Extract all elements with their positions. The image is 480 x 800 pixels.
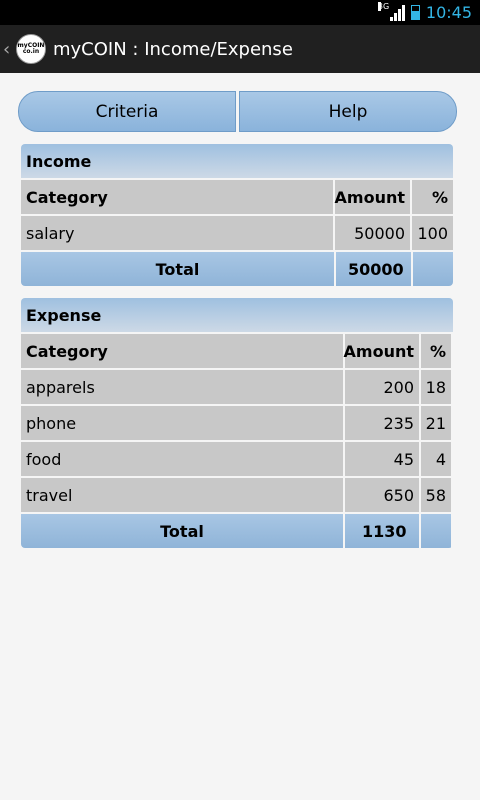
column-header-category: Category	[21, 180, 333, 214]
percent-cell: 100	[412, 216, 453, 250]
table-row[interactable]: food 45 4	[21, 442, 453, 476]
income-title: Income	[21, 144, 453, 178]
expense-header-row: Category Amount %	[21, 334, 453, 368]
battery-icon	[410, 5, 420, 20]
table-row[interactable]: phone 235 21	[21, 406, 453, 440]
app-logo[interactable]: myCOIN co.in	[16, 34, 46, 64]
percent-cell: 4	[421, 442, 451, 476]
total-label: Total	[21, 514, 343, 548]
income-total-row: Total 50000	[21, 252, 453, 286]
table-row[interactable]: travel 650 58	[21, 478, 453, 512]
amount-cell: 235	[345, 406, 419, 440]
category-cell: food	[21, 442, 343, 476]
column-header-percent: %	[412, 180, 453, 214]
logo-text-bottom: co.in	[22, 48, 40, 55]
button-bar: Criteria Help	[18, 91, 457, 132]
percent-cell: 18	[421, 370, 451, 404]
column-header-amount: Amount	[335, 180, 410, 214]
action-bar: ‹ myCOIN co.in myCOIN : Income/Expense	[0, 25, 480, 73]
expense-title: Expense	[21, 298, 453, 332]
table-row[interactable]: salary 50000 100	[21, 216, 453, 250]
total-amount: 50000	[336, 252, 411, 286]
column-header-amount: Amount	[344, 334, 419, 368]
status-bar: 3G 10:45	[0, 0, 480, 25]
income-header-row: Category Amount %	[21, 180, 453, 214]
network-type: 3G	[377, 1, 390, 11]
amount-cell: 650	[345, 478, 419, 512]
category-cell: salary	[21, 216, 333, 250]
category-cell: travel	[21, 478, 343, 512]
help-button[interactable]: Help	[239, 91, 457, 132]
amount-cell: 50000	[335, 216, 410, 250]
amount-cell: 200	[345, 370, 419, 404]
total-label: Total	[21, 252, 334, 286]
criteria-button[interactable]: Criteria	[18, 91, 236, 132]
amount-cell: 45	[345, 442, 419, 476]
expense-total-row: Total 1130	[21, 514, 453, 548]
column-header-percent: %	[421, 334, 451, 368]
total-amount: 1130	[345, 514, 419, 548]
percent-cell: 58	[421, 478, 451, 512]
table-row[interactable]: apparels 200 18	[21, 370, 453, 404]
back-chevron-icon[interactable]: ‹	[3, 39, 15, 60]
column-header-category: Category	[21, 334, 343, 368]
percent-cell: 21	[421, 406, 451, 440]
category-cell: phone	[21, 406, 343, 440]
total-percent	[413, 252, 453, 286]
total-percent	[421, 514, 451, 548]
signal-icon: 3G	[377, 1, 405, 21]
expense-section: Expense Category Amount % apparels 200 1…	[21, 298, 453, 548]
page-title: myCOIN : Income/Expense	[53, 38, 293, 60]
income-section: Income Category Amount % salary 50000 10…	[21, 144, 453, 286]
clock: 10:45	[425, 3, 472, 22]
category-cell: apparels	[21, 370, 343, 404]
